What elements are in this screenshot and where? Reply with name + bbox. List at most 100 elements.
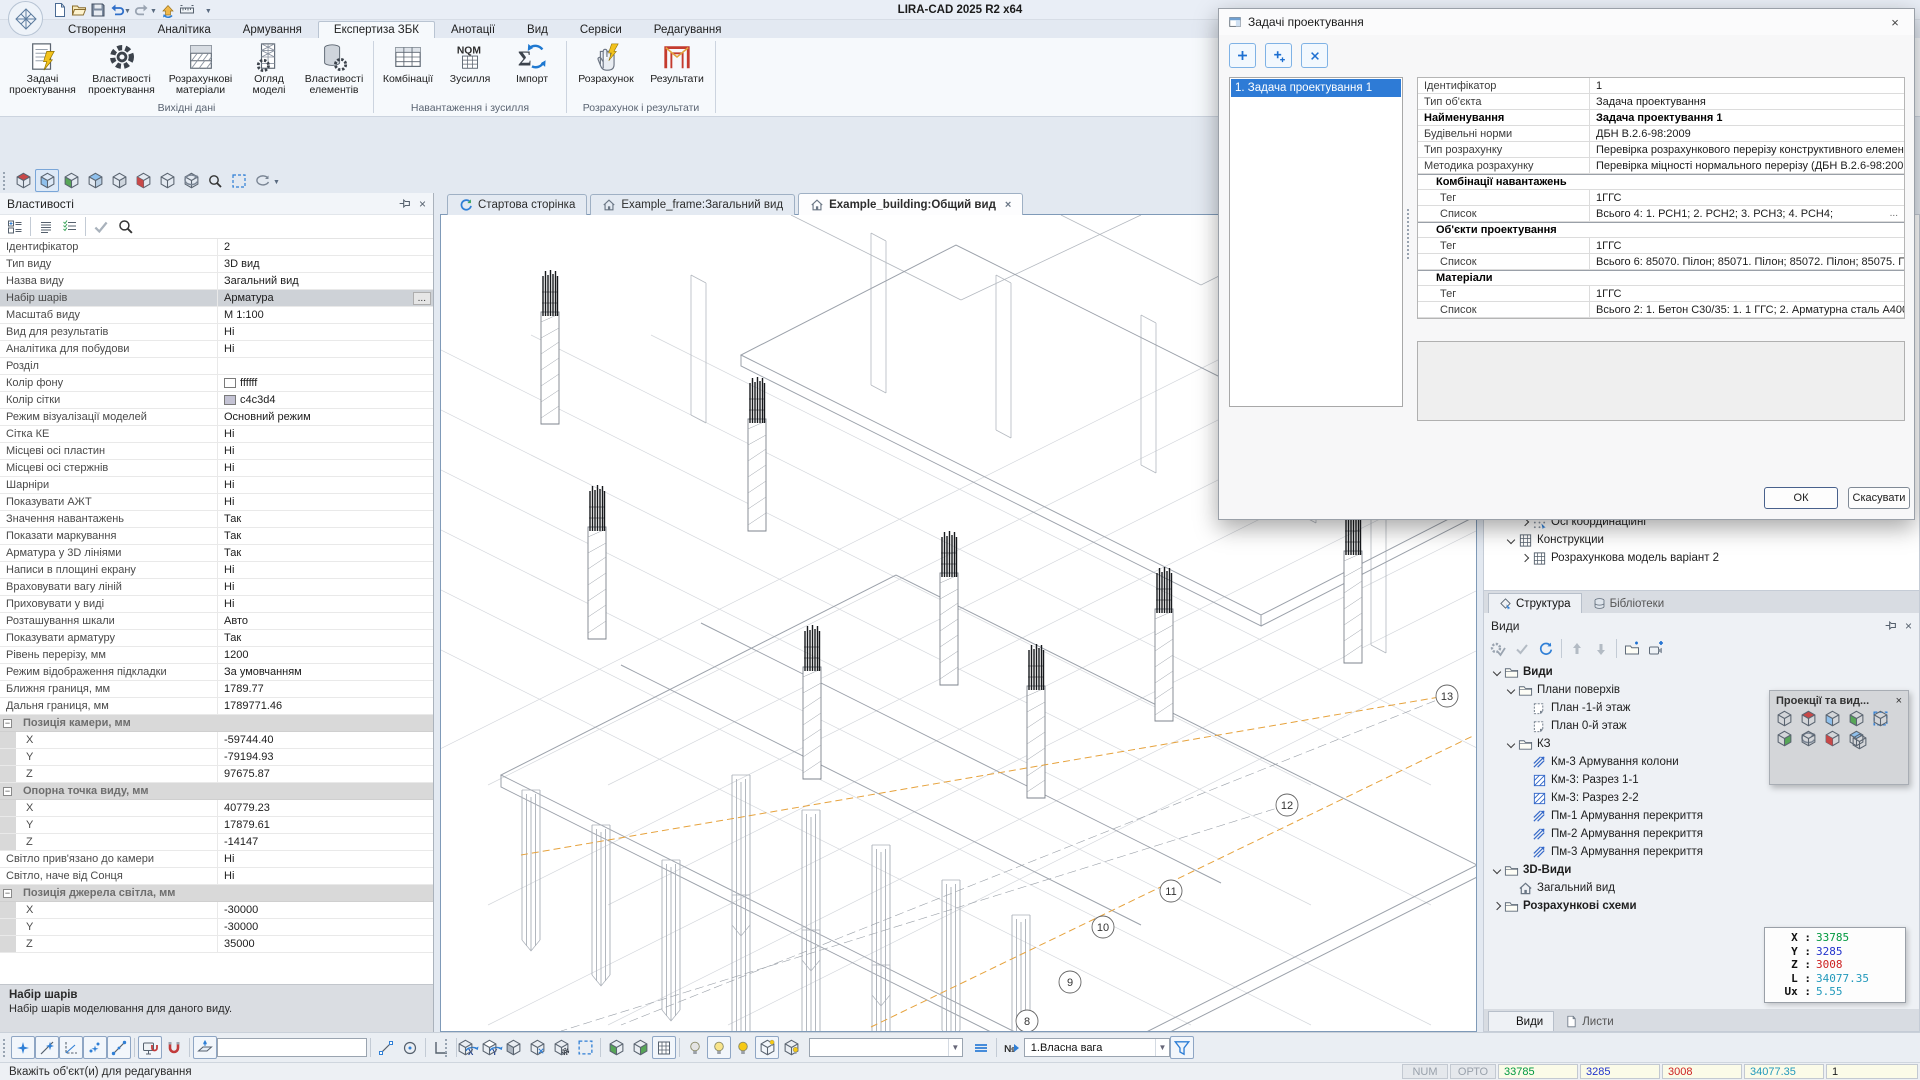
apply-check-icon[interactable] [1510, 637, 1534, 660]
task-property-row[interactable]: − Ідентифікатор 1 [1418, 78, 1904, 94]
tasks-design-button[interactable]: Задачі проектування [3, 40, 82, 96]
view-left-icon[interactable] [59, 169, 83, 192]
display-settings-icon[interactable] [549, 1036, 573, 1059]
ribbon-tab[interactable]: Редагування [638, 21, 738, 38]
property-row[interactable]: − Місцеві осі пластин Ні [0, 443, 433, 460]
view-front-icon[interactable] [35, 169, 59, 192]
proj-camera-icon[interactable] [1800, 730, 1817, 747]
zoom-window-icon[interactable] [203, 169, 227, 192]
element-properties-button[interactable]: Властивості елементів [298, 40, 370, 96]
property-row[interactable]: − Опорна точка виду, мм [0, 783, 433, 800]
property-row[interactable]: − Світло, наче від Сонця Ні [0, 868, 433, 885]
tab-example-frame[interactable]: Example_frame:Загальний вид [590, 194, 795, 215]
ribbon-tab[interactable]: Аналітика [142, 21, 227, 38]
snap-segment-icon[interactable] [107, 1036, 131, 1059]
model-b-icon[interactable] [628, 1036, 652, 1059]
property-row[interactable]: − Показати маркування Так [0, 528, 433, 545]
task-property-row[interactable]: − Об'єкти проектування [1418, 222, 1904, 238]
ellipsis-button[interactable]: ... [413, 292, 431, 305]
cube-light-icon[interactable] [755, 1036, 779, 1059]
property-row[interactable]: − Ближня границя, мм 1789.77 [0, 681, 433, 698]
close-panel-icon[interactable]: × [419, 197, 426, 211]
snap-point-icon[interactable] [83, 1036, 107, 1059]
lamp-selected-icon[interactable] [707, 1036, 731, 1059]
calc-materials-button[interactable]: Розрахункові матеріали [161, 40, 240, 96]
status-cell[interactable]: NUM [1402, 1064, 1448, 1079]
property-row[interactable]: − Написи в площині екрану Ні [0, 562, 433, 579]
property-row[interactable]: − Сітка КЕ Ні [0, 426, 433, 443]
property-row[interactable]: − Колір сітки c4c3d4 [0, 392, 433, 409]
task-property-row[interactable]: − Тип розрахунку Перевірка розрахунковог… [1418, 142, 1904, 158]
task-property-row[interactable]: − Тег 1ГГС [1418, 286, 1904, 302]
collapse-icon[interactable]: − [3, 719, 12, 728]
lamp-off-icon[interactable] [683, 1036, 707, 1059]
property-row[interactable]: − Z 97675.87 [0, 766, 433, 783]
chevron-icon[interactable] [1493, 668, 1501, 676]
panel-tab[interactable]: Бібліотеки [1582, 593, 1676, 613]
magnet-off-icon[interactable] [162, 1036, 186, 1059]
ribbon-tab[interactable]: Експертиза ЗБК [318, 21, 435, 38]
status-cell[interactable]: 1 [1826, 1064, 1918, 1079]
property-row[interactable]: − Показувати арматуру Так [0, 630, 433, 647]
property-row[interactable]: − Світло прив'язано до камери Ні [0, 851, 433, 868]
snap-grid-icon[interactable] [11, 1036, 35, 1059]
property-row[interactable]: − Ідентифікатор 2 [0, 239, 433, 256]
circle-point-icon[interactable] [398, 1036, 422, 1059]
line-tool-icon[interactable] [374, 1036, 398, 1059]
view-top-icon[interactable] [11, 169, 35, 192]
property-row[interactable]: − Набір шарів Арматура... [0, 290, 433, 307]
view-right-icon[interactable] [107, 169, 131, 192]
status-cell[interactable]: 34077.35 [1744, 1064, 1824, 1079]
property-row[interactable]: − Рівень перерізу, мм 1200 [0, 647, 433, 664]
status-cell[interactable]: 3008 [1662, 1064, 1742, 1079]
property-row[interactable]: − Враховувати вагу ліній Ні [0, 579, 433, 596]
task-property-row[interactable]: − Тип об'єкта Задача проектування [1418, 94, 1904, 110]
task-property-row[interactable]: − Тег 1ГГС [1418, 238, 1904, 254]
task-property-row[interactable]: − Список Всього 4: 1. РСН1; 2. РСН2; 3. … [1418, 206, 1904, 222]
property-row[interactable]: − X -59744.40 [0, 732, 433, 749]
coordinate-input[interactable] [217, 1038, 367, 1057]
property-row[interactable]: − Арматура у 3D лініями Так [0, 545, 433, 562]
panel-tab[interactable]: Види [1488, 1011, 1554, 1031]
pin-icon[interactable] [1884, 619, 1897, 632]
task-property-row[interactable]: − Матеріали [1418, 270, 1904, 286]
property-row[interactable]: − Дальня границя, мм 1789771.46 [0, 698, 433, 715]
save-icon[interactable] [88, 1, 107, 18]
task-property-row[interactable]: − Список Всього 2: 1. Бетон С30/35: 1. 1… [1418, 302, 1904, 318]
proj-double-icon[interactable] [1848, 730, 1865, 747]
task-property-row[interactable]: − Методика розрахунку Перевірка міцності… [1418, 158, 1904, 174]
property-row[interactable]: − Аналітика для побудови Ні [0, 341, 433, 358]
add-task-button[interactable] [1229, 43, 1256, 68]
chevron-icon[interactable] [1493, 866, 1501, 874]
view-iso-icon[interactable] [83, 169, 107, 192]
magnet-screen-icon[interactable] [138, 1036, 162, 1059]
ellipsis-button[interactable]: ... [1886, 208, 1902, 219]
tree-item[interactable]: Загальний вид [1488, 879, 1919, 897]
property-row[interactable]: − Приховувати у виді Ні [0, 596, 433, 613]
dialog-title-bar[interactable]: Задачі проектування × [1219, 9, 1914, 35]
import-button[interactable]: Імпорт [501, 40, 563, 85]
property-row[interactable]: − Назва виду Загальний вид [0, 273, 433, 290]
model-overview-button[interactable]: Огляд моделі [240, 40, 298, 96]
ribbon-tab[interactable]: Сервіси [564, 21, 638, 38]
proj-bottom-icon[interactable] [1824, 730, 1841, 747]
collapse-icon[interactable]: − [3, 787, 12, 796]
property-row[interactable]: − Розташування шкали Авто [0, 613, 433, 630]
proj-fit-icon[interactable] [1872, 710, 1889, 727]
property-row[interactable]: − Показувати АЖТ Ні [0, 494, 433, 511]
move-up-icon[interactable] [1565, 637, 1589, 660]
tree-item[interactable]: Розрахункові схеми [1488, 897, 1919, 915]
fe-grid-icon[interactable] [652, 1036, 676, 1059]
snap-angle-icon[interactable] [59, 1036, 83, 1059]
property-row[interactable]: − Вид для результатів Ні [0, 324, 433, 341]
new-document-icon[interactable] [50, 1, 69, 18]
property-row[interactable]: − X 40779.23 [0, 800, 433, 817]
tree-item[interactable]: Види [1488, 663, 1919, 681]
toolbar-options-icon[interactable]: ▼ [205, 8, 212, 15]
property-row[interactable]: − Y -30000 [0, 919, 433, 936]
task-property-row[interactable]: − Тег 1ГГС [1418, 190, 1904, 206]
layers-icon[interactable] [969, 1036, 993, 1059]
display-shaded-icon[interactable] [501, 1036, 525, 1059]
cancel-button[interactable]: Скасувати [1848, 487, 1910, 509]
move-down-icon[interactable] [1589, 637, 1613, 660]
